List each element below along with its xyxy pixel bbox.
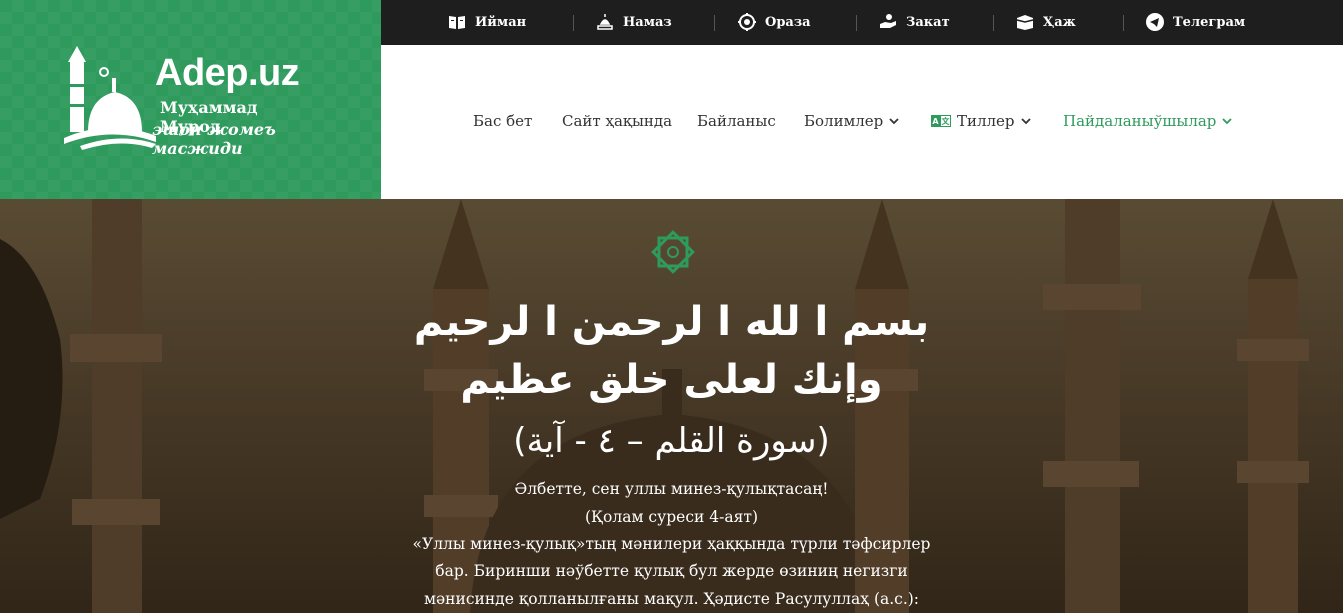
topbar-item-iman[interactable]: Ийман xyxy=(447,12,526,32)
topbar-label: Ийман xyxy=(475,14,527,30)
main-nav: Бас бет Сайт ҳақында Байланыс Болимлер A… xyxy=(381,45,1343,199)
nav-label: Пайдаланыўшылар xyxy=(1063,112,1217,130)
kaaba-icon xyxy=(1016,15,1034,30)
logo-subtitle-line2: эшон жомеъ масжиди xyxy=(152,120,276,158)
fasting-icon xyxy=(738,13,756,31)
nav-label: Тиллер xyxy=(957,112,1015,130)
topbar-item-zakat[interactable]: Закат xyxy=(878,12,950,32)
nav-item-contact[interactable]: Байланыс xyxy=(697,112,776,130)
site-logo-link[interactable]: Adep.uz Муҳаммад Мурод эшон жомеъ масжид… xyxy=(60,40,320,158)
nav-item-languages[interactable]: A文 Тиллер xyxy=(931,112,1031,130)
topbar-label: Ҳаж xyxy=(1043,14,1076,30)
hero-section: بسم ا لله ا لرحمن ا لرحيم وإنك لعلى خلق … xyxy=(0,199,1343,613)
nav-item-home[interactable]: Бас бет xyxy=(473,112,532,130)
commentary-line: «Уллы минез-қулық»тың мәнилери ҳаққында … xyxy=(412,535,931,553)
logo-title: Adep.uz xyxy=(155,52,300,94)
chevron-down-icon xyxy=(1020,118,1031,125)
nav-item-about[interactable]: Сайт ҳақында xyxy=(562,112,672,130)
nav-label: Бас бет xyxy=(473,112,533,130)
topbar-label: Ораза xyxy=(765,14,811,30)
arabic-verse: وإنك لعلى خلق عظيم xyxy=(460,357,883,403)
topbar-item-telegram[interactable]: Телеграм xyxy=(1145,12,1245,32)
topbar-divider xyxy=(1123,15,1124,31)
nav-label: Болимлер xyxy=(804,112,884,130)
top-bar: Ийман Намаз Ораза Закат Ҳаж Телеграм xyxy=(381,0,1343,45)
translation-line: Әлбетте, сен уллы минез-қулықтасаң! xyxy=(514,480,829,498)
topbar-label: Намаз xyxy=(623,14,672,30)
topbar-divider xyxy=(856,15,857,31)
chevron-down-icon xyxy=(889,118,899,125)
nav-item-users[interactable]: Пайдаланыўшылар xyxy=(1063,112,1233,130)
arabic-basmala: بسم ا لله ا لرحمن ا لرحيم xyxy=(413,299,930,345)
chevron-down-icon xyxy=(1222,118,1233,125)
islamic-star-ornament-icon xyxy=(651,230,695,274)
charity-hand-icon xyxy=(880,14,896,28)
topbar-item-hajj[interactable]: Ҳаж xyxy=(1015,12,1076,32)
quran-icon xyxy=(449,16,465,29)
prayer-icon xyxy=(597,14,613,30)
translate-icon: A文 xyxy=(931,115,951,127)
arabic-verse-reference: (سورة القلم – ٤ - آية) xyxy=(513,421,830,461)
topbar-label: Телеграм xyxy=(1173,14,1246,30)
topbar-item-oraza[interactable]: Ораза xyxy=(737,12,811,32)
topbar-label: Закат xyxy=(906,14,950,30)
commentary-line: бар. Биринши нәўбетте қулық бул жерде өз… xyxy=(435,562,908,580)
topbar-divider xyxy=(993,15,994,31)
topbar-item-namaz[interactable]: Намаз xyxy=(595,12,672,32)
commentary-line: мәнисинде қолланылғаны мақул. Ҳәдисте Ра… xyxy=(423,590,920,608)
logo-block: Adep.uz Муҳаммад Мурод эшон жомеъ масжид… xyxy=(0,0,381,199)
mosque-logo-icon xyxy=(64,46,156,150)
nav-label: Сайт ҳақында xyxy=(562,112,673,130)
telegram-icon xyxy=(1146,13,1164,31)
topbar-divider xyxy=(714,15,715,31)
translation-reference: (Қолам суреси 4-аят) xyxy=(584,508,759,526)
topbar-divider xyxy=(573,15,574,31)
nav-item-sections[interactable]: Болимлер xyxy=(804,112,899,130)
nav-label: Байланыс xyxy=(697,112,776,130)
